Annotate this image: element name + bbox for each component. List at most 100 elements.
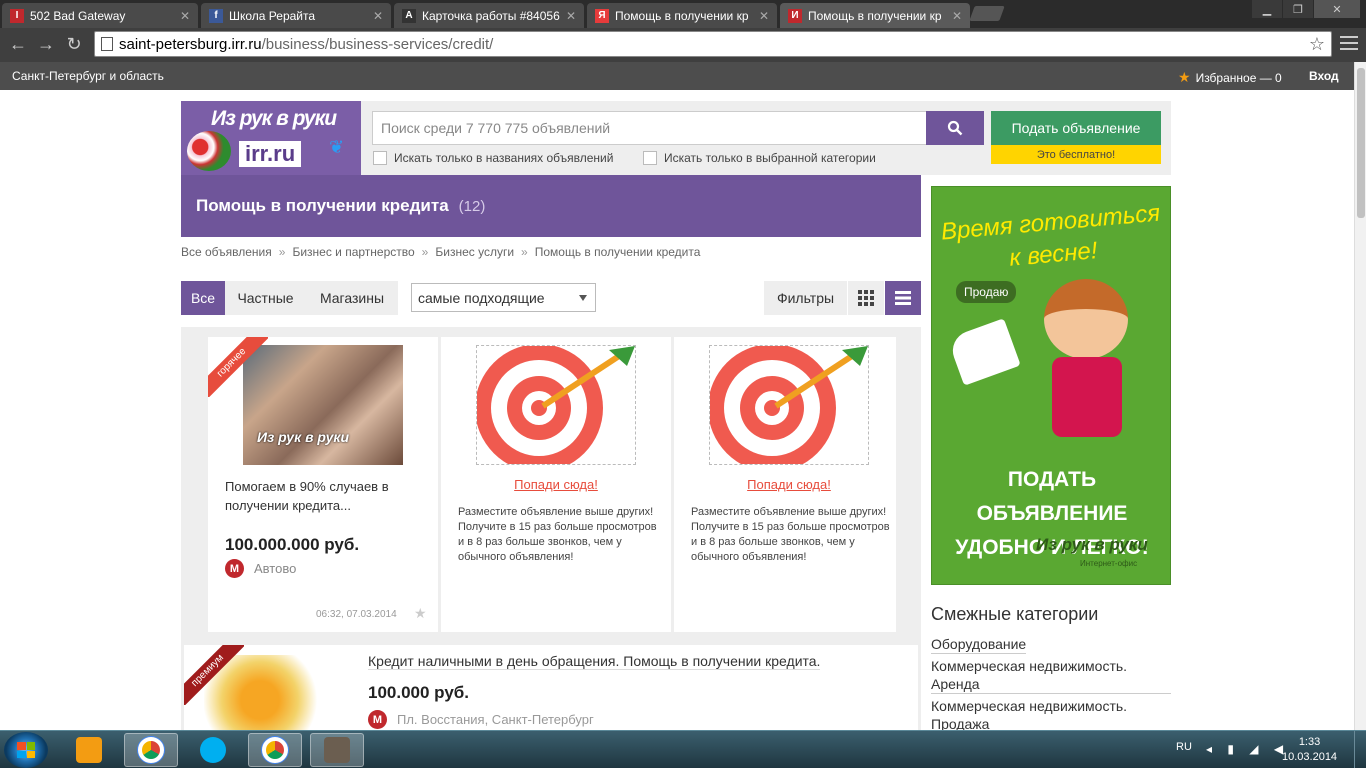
favorites-link[interactable]: ★ Избранное — 0 [1178, 69, 1282, 86]
clock[interactable]: 1:33 10.03.2014 [1282, 735, 1337, 765]
ad-headline: Время готовиться к весне! [932, 197, 1170, 282]
tab-close-icon[interactable]: ✕ [566, 9, 576, 23]
minimize-button[interactable]: ▁ [1252, 0, 1282, 18]
page-title: Помощь в получении кредита [196, 196, 449, 215]
related-link[interactable]: Коммерческая недвижимость. Аренда [931, 657, 1171, 694]
taskbar-skype[interactable] [186, 733, 240, 767]
tray-icons[interactable]: ◂ ▮ ◢ ◀ [1206, 742, 1289, 756]
back-icon[interactable]: ← [6, 32, 30, 56]
show-desktop-button[interactable] [1354, 731, 1366, 768]
listing-location: М Пл. Восстания, Санкт-Петербург [368, 710, 594, 729]
ad-banner[interactable]: Время готовиться к весне! Продаю ПОДАТЬ О… [931, 186, 1171, 585]
grid-view-button[interactable] [848, 281, 884, 315]
region-selector[interactable]: Санкт-Петербург и область [12, 69, 164, 83]
premium-ribbon: премиум [184, 645, 244, 705]
forward-icon[interactable]: → [34, 32, 58, 56]
hot-ribbon: горячее [208, 337, 268, 397]
related-link[interactable]: Коммерческая недвижимость. Продажа [931, 697, 1171, 734]
listing-card-hot[interactable]: Из рук в руки горячее Помогаем в 90% слу… [208, 337, 438, 632]
taskbar-gimp[interactable] [310, 733, 364, 767]
browser-tab[interactable]: И Помощь в получении кр ✕ [780, 3, 970, 28]
sort-value: самые подходящие [418, 289, 545, 306]
listing-title[interactable]: Помогаем в 90% случаев в получении креди… [225, 477, 405, 515]
chevron-down-icon [579, 295, 587, 301]
tab-close-icon[interactable]: ✕ [759, 9, 769, 23]
taskbar-chrome-1[interactable] [124, 733, 178, 767]
tab-close-icon[interactable]: ✕ [952, 9, 962, 23]
bookmark-star-icon[interactable]: ☆ [1309, 34, 1325, 55]
search-titles-checkbox[interactable]: Искать только в названиях объявлений [373, 151, 613, 165]
browser-tab[interactable]: A Карточка работы #840568 ✕ [394, 3, 584, 28]
target-dart-icon [709, 345, 869, 465]
tab-strip: I 502 Bad Gateway ✕ f Школа Рерайта ✕ A Карточк… [0, 0, 1366, 28]
breadcrumb-separator: » [421, 245, 429, 259]
close-window-button[interactable]: ✕ [1314, 0, 1360, 18]
breadcrumb-item[interactable]: Помощь в получении кредита [535, 245, 701, 259]
tab-title: Помощь в получении кр [615, 8, 749, 23]
checkbox-box[interactable] [643, 151, 657, 165]
listing-price: 100.000.000 руб. [225, 535, 360, 554]
metro-icon: М [368, 710, 387, 729]
listing-title[interactable]: Кредит наличными в день обращения. Помощ… [368, 653, 821, 670]
listing-location: М Автово [225, 559, 296, 578]
breadcrumb-item[interactable]: Бизнес услуги [435, 245, 514, 259]
browser-tab[interactable]: f Школа Рерайта ✕ [201, 3, 391, 28]
listing-row-premium[interactable]: премиум Кредит наличными в день обращени… [184, 645, 918, 730]
page-scrollbar[interactable] [1354, 62, 1366, 730]
related-link[interactable]: Оборудование [931, 635, 1027, 654]
sort-select[interactable]: самые подходящие [411, 283, 596, 312]
browser-chrome: I 502 Bad Gateway ✕ f Школа Рерайта ✕ A Карточк… [0, 0, 1366, 62]
favorites-label: Избранное — 0 [1195, 70, 1282, 85]
taskbar-chrome-2[interactable] [248, 733, 302, 767]
list-view-button[interactable] [885, 281, 921, 315]
reload-icon[interactable]: ↻ [62, 32, 86, 56]
maximize-button[interactable]: ❐ [1283, 0, 1313, 18]
site-logo[interactable]: Из рук в руки irr.ru ❦ [181, 101, 361, 175]
promo-link[interactable]: Попади сюда! [441, 477, 671, 492]
tab-close-icon[interactable]: ✕ [373, 9, 383, 23]
skype-icon [200, 737, 226, 763]
promo-card[interactable]: Попади сюда! Разместите объявление выше … [674, 337, 896, 632]
promo-line: Разместите объявление выше других! [691, 506, 887, 518]
windows-taskbar: RU ◂ ▮ ◢ ◀ 1:33 10.03.2014 [0, 730, 1366, 768]
search-input[interactable]: Поиск среди 7 770 775 объявлений [372, 111, 927, 145]
chrome-menu-icon[interactable] [1340, 34, 1358, 52]
post-ad-button[interactable]: Подать объявление [991, 111, 1161, 145]
related-title: Смежные категории [931, 604, 1099, 624]
checkbox-box[interactable] [373, 151, 387, 165]
grid-icon [858, 290, 874, 306]
browser-tab[interactable]: Я Помощь в получении кр ✕ [587, 3, 777, 28]
tab-favicon-icon: И [788, 8, 802, 23]
favorites-star-icon: ★ [1178, 69, 1191, 85]
filter-shops-button[interactable]: Магазины [306, 281, 398, 315]
butterfly-icon: ❦ [329, 137, 345, 157]
tab-close-icon[interactable]: ✕ [180, 9, 190, 23]
promo-line: Разместите объявление выше других! [458, 506, 654, 518]
gimp-icon [324, 737, 350, 763]
tab-favicon-icon: f [209, 8, 223, 23]
filters-button[interactable]: Фильтры [764, 281, 847, 315]
address-bar[interactable]: saint-petersburg.irr.ru/business/busines… [94, 31, 1332, 57]
promo-link[interactable]: Попади сюда! [674, 477, 904, 492]
favorite-star-icon[interactable]: ★ [414, 605, 427, 622]
tab-favicon-icon: A [402, 8, 416, 23]
breadcrumb-item[interactable]: Все объявления [181, 245, 272, 259]
scrollbar-thumb[interactable] [1357, 68, 1365, 218]
result-count: (12) [458, 197, 486, 215]
breadcrumb-item[interactable]: Бизнес и партнерство [292, 245, 414, 259]
promo-card[interactable]: Попади сюда! Разместите объявление выше … [441, 337, 671, 632]
filter-all-button[interactable]: Все [181, 281, 225, 315]
browser-tab[interactable]: I 502 Bad Gateway ✕ [2, 3, 198, 28]
search-button[interactable] [926, 111, 984, 145]
new-tab-button[interactable] [969, 6, 1005, 21]
girl-body-illustration [1052, 357, 1122, 437]
window-controls: ▁ ❐ ✕ [1251, 0, 1360, 18]
start-button[interactable] [4, 732, 48, 768]
tab-title: Помощь в получении кр [808, 8, 942, 23]
language-indicator[interactable]: RU [1176, 741, 1192, 753]
login-link[interactable]: Вход [1309, 69, 1339, 83]
nav-bar: ← → ↻ saint-petersburg.irr.ru/business/b… [0, 28, 1366, 62]
taskbar-media-player[interactable] [62, 733, 116, 767]
search-category-checkbox[interactable]: Искать только в выбранной категории [643, 151, 876, 165]
filter-private-button[interactable]: Частные [225, 281, 306, 315]
